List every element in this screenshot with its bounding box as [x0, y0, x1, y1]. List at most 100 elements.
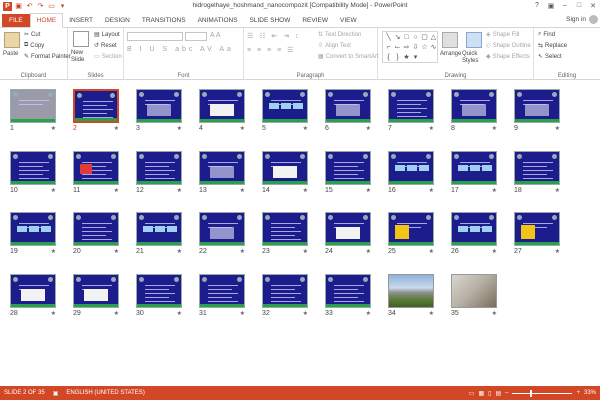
slide-preview[interactable]: [73, 212, 119, 246]
help-icon[interactable]: ?: [532, 0, 542, 11]
select-button[interactable]: ↖ Select: [538, 53, 562, 61]
slide-preview[interactable]: [73, 151, 119, 185]
tab-insert[interactable]: INSERT: [63, 14, 99, 27]
slide-preview[interactable]: [451, 212, 497, 246]
shape-star-icon[interactable]: ☆: [420, 43, 429, 53]
slide-preview[interactable]: [10, 89, 56, 123]
slide-preview[interactable]: [325, 212, 371, 246]
font-format-buttons[interactable]: B I U S abc AV Aa: [127, 46, 234, 53]
slideshow-view-icon[interactable]: ▤: [495, 390, 501, 397]
slide-preview[interactable]: [388, 212, 434, 246]
slide-thumbnail-22[interactable]: 22 ★: [199, 212, 245, 255]
tab-review[interactable]: REVIEW: [296, 14, 334, 27]
slide-preview[interactable]: [451, 274, 497, 308]
format-painter-button[interactable]: ✎ Format Painter: [24, 53, 71, 61]
slide-thumbnail-15[interactable]: 15 ★: [325, 151, 371, 194]
shape-down-arrow-icon[interactable]: ⇩: [411, 43, 420, 53]
shape-right-arrow-icon[interactable]: ⇨: [402, 43, 411, 53]
shape-oval-icon[interactable]: ○: [411, 33, 420, 43]
slide-thumbnail-30[interactable]: 30 ★: [136, 274, 182, 317]
minimize-icon[interactable]: –: [560, 0, 570, 11]
tab-transitions[interactable]: TRANSITIONS: [136, 14, 192, 27]
tab-design[interactable]: DESIGN: [99, 14, 136, 27]
slide-thumbnail-9[interactable]: 9 ★: [514, 89, 560, 132]
new-slide-button[interactable]: New Slide: [71, 50, 93, 64]
zoom-slider[interactable]: [512, 389, 573, 397]
slide-preview[interactable]: [262, 151, 308, 185]
text-direction-button[interactable]: ⇅ Text Direction: [318, 31, 361, 39]
tab-animations[interactable]: ANIMATIONS: [192, 14, 244, 27]
start-slideshow-icon[interactable]: ▭: [47, 2, 56, 11]
tab-file[interactable]: FILE: [2, 14, 30, 27]
reading-view-icon[interactable]: ▯: [488, 390, 491, 397]
slide-thumbnail-25[interactable]: 25 ★: [388, 212, 434, 255]
slide-thumbnail-5[interactable]: 5 ★: [262, 89, 308, 132]
slide-thumbnail-1[interactable]: 1 ★: [10, 89, 56, 132]
transition-star-icon[interactable]: ★: [366, 248, 371, 255]
font-size-buttons[interactable]: A A: [210, 32, 221, 39]
zoom-slider-knob[interactable]: [530, 389, 533, 397]
tab-home[interactable]: HOME: [29, 13, 64, 28]
shape-effects-button[interactable]: ◆ Shape Effects: [486, 53, 530, 61]
ribbon-display-icon[interactable]: ▣: [546, 0, 556, 11]
slide-preview[interactable]: [388, 151, 434, 185]
slide-thumbnail-12[interactable]: 12 ★: [136, 151, 182, 194]
slide-preview[interactable]: [325, 274, 371, 308]
shape-fill-button[interactable]: ◈ Shape Fill: [486, 31, 519, 39]
transition-star-icon[interactable]: ★: [555, 125, 560, 132]
transition-star-icon[interactable]: ★: [492, 187, 497, 194]
transition-star-icon[interactable]: ★: [492, 248, 497, 255]
list-buttons[interactable]: ☰ ☷ ⇤ ⇥ ↕: [247, 32, 301, 40]
proofing-icon[interactable]: ▣: [53, 390, 59, 397]
slide-thumbnail-32[interactable]: 32 ★: [262, 274, 308, 317]
slide-preview[interactable]: [388, 274, 434, 308]
transition-star-icon[interactable]: ★: [51, 248, 56, 255]
slide-thumbnail-31[interactable]: 31 ★: [199, 274, 245, 317]
transition-star-icon[interactable]: ★: [114, 310, 119, 317]
font-name-combobox[interactable]: [127, 32, 183, 41]
slide-preview[interactable]: [514, 89, 560, 123]
convert-smartart-button[interactable]: ▦ Convert to SmartArt: [318, 53, 379, 61]
slide-thumbnail-24[interactable]: 24 ★: [325, 212, 371, 255]
slide-thumbnail-28[interactable]: 28 ★: [10, 274, 56, 317]
shape-brace-icon[interactable]: {: [384, 53, 393, 63]
arrange-button[interactable]: Arrange: [440, 51, 461, 57]
slide-thumbnail-34[interactable]: 34 ★: [388, 274, 434, 317]
transition-star-icon[interactable]: ★: [555, 187, 560, 194]
slide-thumbnail-23[interactable]: 23 ★: [262, 212, 308, 255]
language-indicator[interactable]: ENGLISH (UNITED STATES): [66, 390, 144, 396]
slide-thumbnail-8[interactable]: 8 ★: [451, 89, 497, 132]
slide-preview[interactable]: [262, 212, 308, 246]
transition-star-icon[interactable]: ★: [429, 125, 434, 132]
avatar[interactable]: [589, 15, 598, 24]
slide-preview[interactable]: [136, 274, 182, 308]
slide-preview[interactable]: [136, 151, 182, 185]
slide-sorter-view-icon[interactable]: ▦: [478, 390, 484, 397]
shape-more-icon[interactable]: ▾: [411, 53, 420, 63]
slide-preview[interactable]: [325, 89, 371, 123]
slide-preview[interactable]: [199, 151, 245, 185]
transition-star-icon[interactable]: ★: [51, 187, 56, 194]
slide-thumbnail-10[interactable]: 10 ★: [10, 151, 56, 194]
slide-preview[interactable]: [10, 212, 56, 246]
transition-star-icon[interactable]: ★: [177, 310, 182, 317]
transition-star-icon[interactable]: ★: [429, 187, 434, 194]
cut-button[interactable]: ✂ Cut: [24, 31, 40, 39]
slide-preview[interactable]: [262, 274, 308, 308]
replace-button[interactable]: ⇆ Replace: [538, 42, 567, 50]
normal-view-icon[interactable]: ▭: [469, 390, 475, 397]
slide-preview[interactable]: [10, 274, 56, 308]
font-size-combobox[interactable]: [185, 32, 207, 41]
transition-star-icon[interactable]: ★: [303, 125, 308, 132]
slide-thumbnail-13[interactable]: 13 ★: [199, 151, 245, 194]
slide-preview[interactable]: [199, 89, 245, 123]
paste-button[interactable]: Paste: [3, 51, 18, 57]
quick-styles-button[interactable]: Quick Styles: [462, 51, 486, 65]
transition-star-icon[interactable]: ★: [366, 187, 371, 194]
transition-star-icon[interactable]: ★: [492, 125, 497, 132]
transition-star-icon[interactable]: ★: [303, 248, 308, 255]
transition-star-icon[interactable]: ★: [177, 187, 182, 194]
transition-star-icon[interactable]: ★: [114, 187, 119, 194]
transition-star-icon[interactable]: ★: [177, 125, 182, 132]
shape-rect-icon[interactable]: □: [402, 33, 411, 43]
